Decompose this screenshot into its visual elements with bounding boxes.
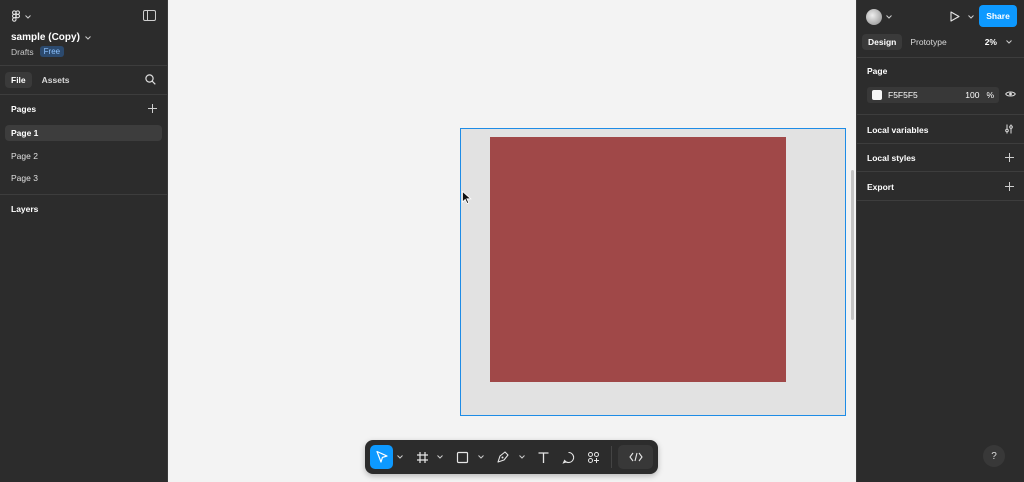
page-item-1[interactable]: Page 1 bbox=[5, 125, 162, 141]
chevron-down-icon bbox=[478, 455, 484, 459]
mouse-cursor-icon bbox=[462, 191, 472, 204]
code-brackets-icon bbox=[629, 452, 643, 462]
chevron-down-icon bbox=[396, 455, 403, 459]
chevron-down-icon[interactable] bbox=[968, 15, 974, 19]
cursor-arrow-icon bbox=[375, 450, 388, 463]
frame-tool[interactable] bbox=[411, 445, 434, 469]
canvas[interactable] bbox=[168, 0, 856, 482]
local-variables-title[interactable]: Local variables bbox=[867, 125, 928, 135]
red-rectangle[interactable] bbox=[490, 137, 786, 382]
text-T-icon bbox=[538, 451, 549, 463]
local-styles-title: Local styles bbox=[867, 153, 916, 163]
right-tabs: Design Prototype bbox=[862, 34, 953, 50]
chevron-down-icon[interactable] bbox=[886, 15, 892, 19]
variables-settings-icon[interactable] bbox=[1004, 124, 1014, 134]
toolbar-divider bbox=[611, 446, 613, 468]
comment-tool[interactable] bbox=[557, 445, 580, 469]
eye-visibility-icon[interactable] bbox=[1005, 90, 1016, 98]
opacity-unit: % bbox=[986, 90, 994, 100]
fill-hex[interactable]: F5F5F5 bbox=[888, 90, 918, 100]
add-page-icon[interactable] bbox=[148, 104, 157, 113]
left-sidebar: sample (Copy) Drafts Free File Assets Pa… bbox=[0, 0, 168, 482]
tab-assets[interactable]: Assets bbox=[36, 72, 76, 88]
page-section-title: Page bbox=[867, 66, 888, 76]
page-item-2[interactable]: Page 2 bbox=[5, 148, 162, 164]
plan-badge: Free bbox=[39, 46, 65, 57]
help-button[interactable]: ? bbox=[983, 445, 1005, 467]
divider bbox=[0, 94, 167, 95]
pen-tool-dropdown[interactable] bbox=[517, 455, 527, 459]
zoom-level: 2% bbox=[984, 37, 997, 47]
speech-bubble-icon bbox=[562, 451, 575, 464]
chevron-down-icon bbox=[518, 455, 525, 459]
actions-tool[interactable] bbox=[582, 445, 605, 469]
add-export-icon[interactable] bbox=[1005, 182, 1014, 191]
hash-frame-icon bbox=[416, 451, 428, 463]
right-panel: Share Design Prototype 2% Page F5F5F5 10… bbox=[856, 0, 1024, 482]
page-item-3[interactable]: Page 3 bbox=[5, 170, 162, 186]
user-avatar[interactable] bbox=[866, 9, 882, 25]
text-tool[interactable] bbox=[532, 445, 555, 469]
fill-swatch[interactable] bbox=[872, 90, 882, 100]
pages-title: Pages bbox=[11, 104, 37, 114]
opacity-field[interactable]: 100 % bbox=[965, 90, 994, 100]
file-name: sample (Copy) bbox=[11, 32, 80, 43]
page-fill-row[interactable]: F5F5F5 100 % bbox=[867, 87, 999, 103]
chevron-down-icon bbox=[1006, 40, 1012, 44]
frame-tool-dropdown[interactable] bbox=[436, 455, 446, 459]
figma-logo-icon bbox=[12, 10, 20, 22]
file-name-button[interactable]: sample (Copy) bbox=[11, 32, 91, 43]
chevron-down-icon bbox=[85, 35, 91, 40]
export-title: Export bbox=[867, 182, 894, 192]
shape-tool-dropdown[interactable] bbox=[476, 455, 486, 459]
divider bbox=[0, 65, 167, 66]
bottom-toolbar bbox=[365, 440, 658, 474]
vertical-scrollbar[interactable] bbox=[851, 170, 854, 320]
pen-icon bbox=[497, 451, 509, 463]
selected-frame[interactable] bbox=[460, 128, 846, 416]
components-icon bbox=[588, 451, 600, 463]
rectangle-icon bbox=[457, 451, 469, 463]
chevron-down-icon bbox=[437, 455, 444, 459]
add-style-icon[interactable] bbox=[1005, 153, 1014, 162]
search-icon[interactable] bbox=[145, 74, 156, 85]
dev-mode-tool[interactable] bbox=[618, 445, 653, 469]
divider bbox=[857, 171, 1024, 172]
tab-file[interactable]: File bbox=[5, 72, 32, 88]
chevron-down-icon bbox=[25, 14, 31, 19]
left-tabs: File Assets bbox=[5, 72, 76, 88]
move-tool-dropdown[interactable] bbox=[395, 455, 405, 459]
zoom-control[interactable]: 2% bbox=[985, 37, 1012, 47]
pen-tool[interactable] bbox=[492, 445, 515, 469]
divider bbox=[0, 194, 167, 195]
layers-title: Layers bbox=[11, 204, 39, 214]
opacity-value: 100 bbox=[965, 90, 980, 100]
tab-prototype[interactable]: Prototype bbox=[904, 34, 952, 50]
present-play-icon[interactable] bbox=[950, 11, 960, 22]
tab-design[interactable]: Design bbox=[862, 34, 903, 50]
toggle-sidebar-icon[interactable] bbox=[143, 10, 156, 21]
divider bbox=[857, 200, 1024, 201]
divider bbox=[857, 57, 1024, 58]
divider bbox=[857, 143, 1024, 144]
share-button[interactable]: Share bbox=[979, 5, 1017, 27]
drafts-link[interactable]: Drafts bbox=[11, 47, 34, 57]
shape-tool[interactable] bbox=[451, 445, 474, 469]
main-menu-button[interactable] bbox=[11, 10, 31, 23]
move-tool[interactable] bbox=[370, 445, 394, 469]
file-location: Drafts Free bbox=[11, 46, 65, 57]
divider bbox=[857, 114, 1024, 115]
